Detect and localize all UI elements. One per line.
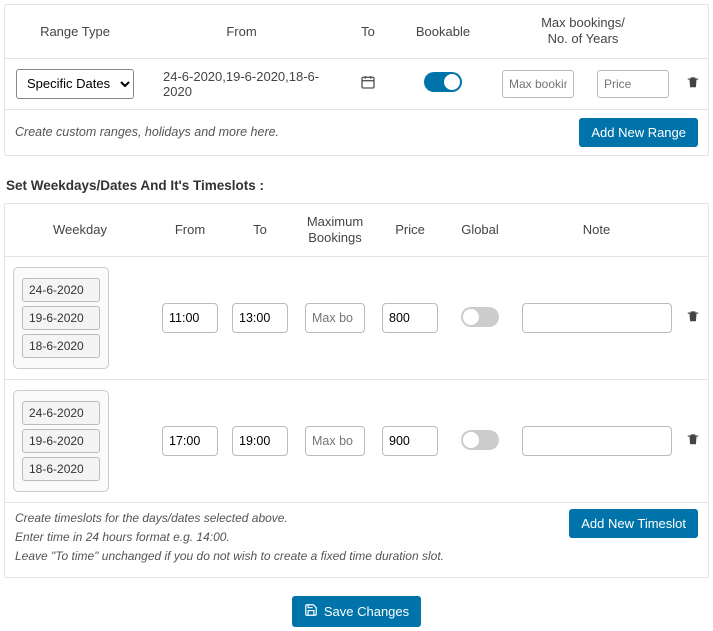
- save-changes-button[interactable]: Save Changes: [292, 596, 421, 627]
- price-input[interactable]: [597, 70, 669, 98]
- date-chip[interactable]: 19-6-2020: [22, 429, 100, 453]
- timeslot-price-input[interactable]: [382, 303, 438, 333]
- save-button-label: Save Changes: [324, 604, 409, 619]
- timeslot-max-input[interactable]: [305, 426, 365, 456]
- ts-header-from: From: [155, 204, 225, 257]
- date-chip[interactable]: 24-6-2020: [22, 401, 100, 425]
- ts-header-to: To: [225, 204, 295, 257]
- bookable-toggle[interactable]: [424, 72, 462, 92]
- timeslot-to-input[interactable]: [232, 303, 288, 333]
- ts-header-max: Maximum Bookings: [295, 204, 375, 257]
- ranges-header-from: From: [145, 5, 338, 58]
- timeslot-row: 24-6-2020 19-6-2020 18-6-2020: [5, 257, 708, 380]
- ranges-header-bookable: Bookable: [398, 5, 488, 58]
- add-range-button[interactable]: Add New Range: [579, 118, 698, 147]
- weekday-chip-box: 24-6-2020 19-6-2020 18-6-2020: [13, 390, 109, 492]
- ts-header-note: Note: [515, 204, 678, 257]
- ranges-header-to: To: [338, 5, 398, 58]
- timeslot-row: 24-6-2020 19-6-2020 18-6-2020: [5, 380, 708, 503]
- trash-icon[interactable]: [686, 310, 700, 327]
- date-chip[interactable]: 19-6-2020: [22, 306, 100, 330]
- timeslot-from-input[interactable]: [162, 303, 218, 333]
- ranges-hint: Create custom ranges, holidays and more …: [15, 125, 569, 139]
- range-from-text: 24-6-2020,19-6-2020,18-6-2020: [163, 69, 319, 99]
- ranges-header-max: Max bookings/ No. of Years: [488, 5, 678, 58]
- range-type-select[interactable]: Specific Dates: [16, 69, 134, 99]
- hint-line: Leave "To time" unchanged if you do not …: [15, 547, 559, 566]
- save-icon: [304, 603, 318, 620]
- weekday-chip-box: 24-6-2020 19-6-2020 18-6-2020: [13, 267, 109, 369]
- range-row: Specific Dates 24-6-2020,19-6-2020,18-6-…: [5, 58, 708, 109]
- timeslot-price-input[interactable]: [382, 426, 438, 456]
- ts-header-price: Price: [375, 204, 445, 257]
- timeslot-from-input[interactable]: [162, 426, 218, 456]
- hint-line: Create timeslots for the days/dates sele…: [15, 509, 559, 528]
- timeslot-note-input[interactable]: [522, 426, 672, 456]
- calendar-icon[interactable]: [360, 74, 376, 93]
- add-timeslot-button[interactable]: Add New Timeslot: [569, 509, 698, 538]
- date-chip[interactable]: 24-6-2020: [22, 278, 100, 302]
- trash-icon[interactable]: [686, 433, 700, 450]
- global-toggle[interactable]: [461, 307, 499, 327]
- date-chip[interactable]: 18-6-2020: [22, 457, 100, 481]
- ts-header-global: Global: [445, 204, 515, 257]
- hint-line: Enter time in 24 hours format e.g. 14:00…: [15, 528, 559, 547]
- timeslot-note-input[interactable]: [522, 303, 672, 333]
- timeslot-to-input[interactable]: [232, 426, 288, 456]
- timeslots-table: Weekday From To Maximum Bookings Price G…: [5, 204, 708, 503]
- date-chip[interactable]: 18-6-2020: [22, 334, 100, 358]
- timeslots-panel: Weekday From To Maximum Bookings Price G…: [4, 203, 709, 578]
- ts-header-weekday: Weekday: [5, 204, 155, 257]
- global-toggle[interactable]: [461, 430, 499, 450]
- trash-icon[interactable]: [686, 76, 700, 93]
- ranges-header-type: Range Type: [5, 5, 145, 58]
- section-title: Set Weekdays/Dates And It's Timeslots :: [4, 174, 709, 203]
- ranges-table: Range Type From To Bookable Max bookings…: [5, 5, 708, 109]
- ranges-panel: Range Type From To Bookable Max bookings…: [4, 4, 709, 156]
- max-booking-input[interactable]: [502, 70, 574, 98]
- timeslot-max-input[interactable]: [305, 303, 365, 333]
